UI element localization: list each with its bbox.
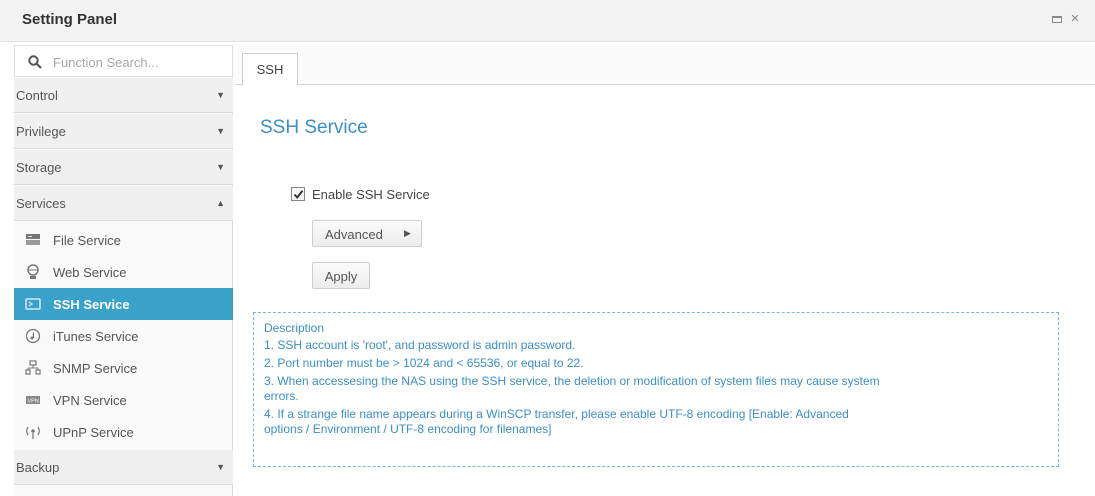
chevron-up-icon: ▲ <box>216 198 225 208</box>
snmp-icon <box>25 360 41 375</box>
vpn-icon: VPN <box>26 396 40 405</box>
sidebar-category-services[interactable]: Services ▲ <box>14 186 233 221</box>
sidebar-item-label: SSH Service <box>53 297 130 312</box>
sidebar-category-backup[interactable]: Backup ▼ <box>14 450 233 485</box>
sidebar-item-label: File Service <box>53 233 121 248</box>
upnp-icon <box>26 426 40 439</box>
sidebar-item-file-service[interactable]: File Service <box>14 224 233 256</box>
search-icon <box>28 55 42 69</box>
description-line: errors. <box>264 389 299 403</box>
sidebar-item-ssh-service[interactable]: SSH Service <box>14 288 233 320</box>
sidebar-category-storage[interactable]: Storage ▼ <box>14 150 233 185</box>
category-label: Storage <box>16 160 62 175</box>
svg-text:VPN: VPN <box>28 399 39 405</box>
tab-bar: SSH <box>236 45 1095 86</box>
advanced-label: Advanced <box>325 227 383 242</box>
sidebar-item-snmp-service[interactable]: SNMP Service <box>14 352 233 384</box>
enable-ssh-checkbox[interactable] <box>291 187 305 201</box>
sidebar-item-label: UPnP Service <box>53 425 134 440</box>
checkmark-icon <box>293 190 304 200</box>
advanced-button[interactable]: Advanced ▶ <box>312 220 422 247</box>
sidebar-item-itunes-service[interactable]: iTunes Service <box>14 320 233 352</box>
sidebar-item-upnp-service[interactable]: UPnP Service <box>14 416 233 448</box>
web-service-icon <box>27 264 39 279</box>
description-line: 3. When accessesing the NAS using the SS… <box>264 374 880 388</box>
ssh-service-icon <box>25 298 41 310</box>
sidebar-item-label: Web Service <box>53 265 127 280</box>
chevron-down-icon: ▼ <box>216 462 225 472</box>
sidebar-category-privilege[interactable]: Privilege ▼ <box>14 114 233 149</box>
chevron-down-icon: ▼ <box>216 90 225 100</box>
close-icon[interactable]: × <box>1068 11 1082 26</box>
sidebar-item-label: VPN Service <box>53 393 127 408</box>
sidebar-category-control[interactable]: Control ▼ <box>14 78 233 113</box>
sidebar-item-label: SNMP Service <box>53 361 138 376</box>
category-label: Backup <box>16 460 60 475</box>
caret-right-icon: ▶ <box>404 228 411 238</box>
sidebar-item-vpn-service[interactable]: VPN VPN Service <box>14 384 233 416</box>
category-label: Privilege <box>16 124 66 139</box>
tab-ssh[interactable]: SSH <box>242 53 298 86</box>
function-search <box>14 45 233 77</box>
description-line: 4. If a strange file name appears during… <box>264 407 849 421</box>
itunes-icon <box>25 328 41 344</box>
description-line: 2. Port number must be > 1024 and < 6553… <box>264 356 584 370</box>
category-label: Services <box>16 196 66 211</box>
apply-button[interactable]: Apply <box>312 262 370 289</box>
section-title: SSH Service <box>260 117 368 138</box>
apply-label: Apply <box>324 269 358 284</box>
window-title: Setting Panel <box>22 11 118 28</box>
chevron-down-icon: ▼ <box>216 162 225 172</box>
maximize-icon[interactable] <box>1050 12 1064 26</box>
sidebar-item-label: iTunes Service <box>53 329 139 344</box>
search-input[interactable] <box>53 51 223 73</box>
description-heading: Description <box>264 321 325 335</box>
enable-ssh-label: Enable SSH Service <box>312 187 430 202</box>
file-service-icon <box>26 234 40 245</box>
chevron-down-icon: ▼ <box>216 126 225 136</box>
category-label: Control <box>16 88 58 103</box>
description-box: Description 1. SSH account is 'root', an… <box>253 312 1059 467</box>
sidebar: Control ▼ Privilege ▼ Storage ▼ Services… <box>14 45 233 496</box>
title-bar: Setting Panel × <box>0 0 1095 42</box>
sidebar-item-web-service[interactable]: Web Service <box>14 256 233 288</box>
description-line: 1. SSH account is 'root', and password i… <box>264 338 576 352</box>
description-line: options / Environment / UTF-8 encoding f… <box>264 422 552 436</box>
